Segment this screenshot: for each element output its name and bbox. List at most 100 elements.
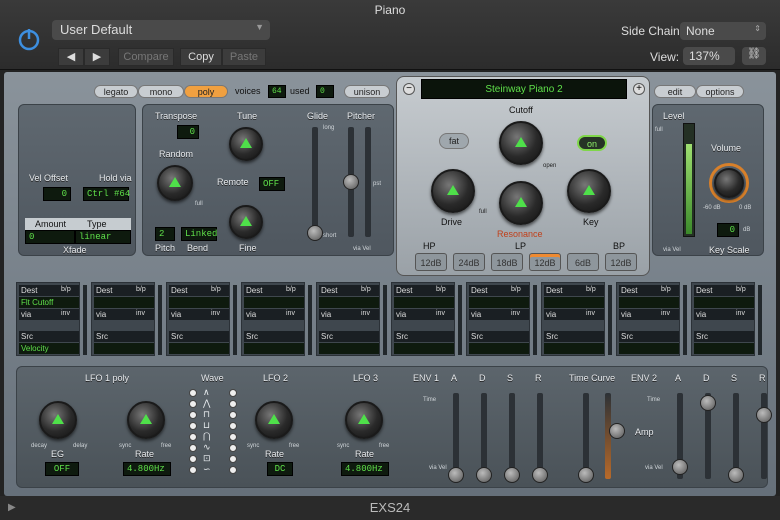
level-slider[interactable] [683, 123, 695, 237]
mod-dest-value[interactable]: Flt Cutoff [19, 297, 79, 308]
unison-button[interactable]: unison [344, 85, 390, 98]
glide-slider[interactable] [312, 127, 318, 237]
instrument-display[interactable]: Steinway Piano 2 [421, 79, 627, 99]
mod-bp-label[interactable]: b/p [211, 286, 221, 293]
previous-instrument-icon[interactable]: − [403, 83, 415, 95]
mod-bp-label[interactable]: b/p [511, 286, 521, 293]
mod-bp-label[interactable]: b/p [61, 286, 71, 293]
mod-bp-label[interactable]: b/p [436, 286, 446, 293]
filter-mode-button[interactable]: 18dB [491, 253, 523, 271]
mod-src-value[interactable] [94, 343, 154, 354]
mod-src-menu[interactable]: Src [694, 331, 754, 342]
mod-inv-label[interactable]: inv [361, 310, 370, 317]
mod-src-menu[interactable]: Src [94, 331, 154, 342]
filter-mode-button[interactable]: 12dB [415, 253, 447, 271]
mod-amount-slider[interactable] [608, 285, 612, 355]
mod-via-menu[interactable]: via [469, 309, 529, 320]
mod-amount-slider[interactable] [683, 285, 687, 355]
mod-via-menu[interactable]: via [169, 309, 229, 320]
env2-r-handle[interactable] [756, 407, 772, 423]
mod-src-value[interactable] [469, 343, 529, 354]
mod-src-menu[interactable]: Src [19, 331, 79, 342]
mod-amount-slider[interactable] [758, 285, 762, 355]
pitcher-slider-handle[interactable] [343, 174, 359, 190]
mod-inv-label[interactable]: inv [586, 310, 595, 317]
fat-button[interactable]: fat [439, 133, 469, 149]
fine-knob[interactable] [229, 205, 263, 239]
mono-button[interactable]: mono [138, 85, 184, 98]
xfade-amount-value[interactable]: 0 [25, 230, 75, 244]
mod-src-menu[interactable]: Src [169, 331, 229, 342]
transpose-value[interactable]: 0 [177, 125, 199, 139]
linked-value[interactable]: Linked [181, 227, 217, 241]
copy-button[interactable]: Copy [180, 48, 222, 66]
mod-amount-slider[interactable] [158, 285, 162, 355]
mod-dest-value[interactable] [319, 297, 379, 308]
mod-bp-label[interactable]: b/p [136, 286, 146, 293]
env1-r-handle[interactable] [532, 467, 548, 483]
mod-via-menu[interactable]: via [619, 309, 679, 320]
paste-button[interactable]: Paste [222, 48, 266, 66]
mod-amount-slider[interactable] [83, 285, 87, 355]
filter-on-button[interactable]: on [577, 135, 607, 151]
random-knob[interactable] [157, 165, 193, 201]
pitch-bend-value[interactable]: 2 [155, 227, 175, 241]
mod-src-menu[interactable]: Src [244, 331, 304, 342]
mod-via-menu[interactable]: via [94, 309, 154, 320]
mod-dest-value[interactable] [469, 297, 529, 308]
mod-src-value[interactable]: Velocity [19, 343, 79, 354]
mod-src-menu[interactable]: Src [469, 331, 529, 342]
env2-r-slider[interactable] [761, 393, 767, 479]
mod-src-value[interactable] [394, 343, 454, 354]
legato-button[interactable]: legato [94, 85, 138, 98]
filter-mode-button[interactable]: 12dB [605, 253, 637, 271]
mod-dest-value[interactable] [94, 297, 154, 308]
xfade-type-value[interactable]: linear [75, 230, 131, 244]
mod-src-value[interactable] [544, 343, 604, 354]
mod-via-menu[interactable]: via [694, 309, 754, 320]
tune-knob[interactable] [229, 127, 263, 161]
mod-via-menu[interactable]: via [244, 309, 304, 320]
mod-amount-slider[interactable] [533, 285, 537, 355]
resonance-knob[interactable] [499, 181, 543, 225]
mod-amount-slider[interactable] [233, 285, 237, 355]
mod-bp-label[interactable]: b/p [661, 286, 671, 293]
prev-preset-button[interactable]: ◀ [58, 48, 84, 66]
side-chain-menu[interactable]: None ⇕ [680, 22, 766, 40]
mod-via-menu[interactable]: via [394, 309, 454, 320]
options-button[interactable]: options [696, 85, 744, 98]
mod-dest-value[interactable] [619, 297, 679, 308]
mod-via-menu[interactable]: via [319, 309, 379, 320]
mod-dest-value[interactable] [394, 297, 454, 308]
mod-src-value[interactable] [619, 343, 679, 354]
power-icon[interactable] [16, 26, 42, 52]
cutoff-knob[interactable] [499, 121, 543, 165]
glide-slider-handle[interactable] [307, 225, 323, 241]
mod-inv-label[interactable]: inv [211, 310, 220, 317]
vel-offset-value[interactable]: 0 [43, 187, 71, 201]
mod-src-menu[interactable]: Src [544, 331, 604, 342]
mod-inv-label[interactable]: inv [61, 310, 70, 317]
hold-via-value[interactable]: Ctrl #64 [83, 187, 130, 201]
next-preset-button[interactable]: ▶ [84, 48, 110, 66]
mod-src-value[interactable] [244, 343, 304, 354]
preset-menu[interactable]: User Default ▼ [52, 20, 270, 40]
mod-dest-value[interactable] [544, 297, 604, 308]
key-knob[interactable] [567, 169, 611, 213]
mod-via-menu[interactable]: via [544, 309, 604, 320]
mod-inv-label[interactable]: inv [286, 310, 295, 317]
mod-dest-value[interactable] [244, 297, 304, 308]
env1-s-handle[interactable] [504, 467, 520, 483]
filter-mode-button[interactable]: 24dB [453, 253, 485, 271]
filter-mode-button[interactable]: 6dB [567, 253, 599, 271]
time-curve-handle[interactable] [578, 467, 594, 483]
mod-dest-value[interactable] [169, 297, 229, 308]
mod-via-menu[interactable]: via [19, 309, 79, 320]
voices-value[interactable]: 64 [268, 85, 286, 98]
keyscale-value[interactable]: 0 [717, 223, 739, 237]
pitcher-via-slider[interactable] [365, 127, 371, 237]
view-zoom-menu[interactable]: 137% [683, 47, 735, 65]
env1-d-handle[interactable] [476, 467, 492, 483]
next-instrument-icon[interactable]: + [633, 83, 645, 95]
drive-knob[interactable] [431, 169, 475, 213]
